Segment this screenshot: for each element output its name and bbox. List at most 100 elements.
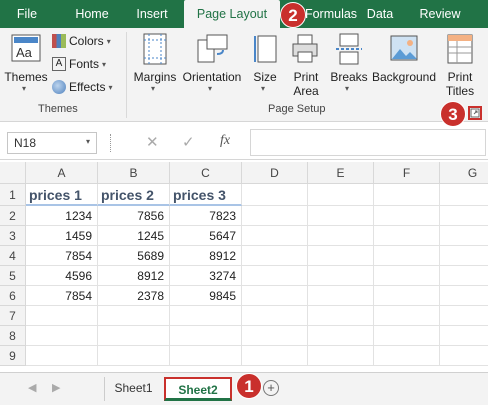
- cell-g7[interactable]: [440, 306, 488, 326]
- tab-page-layout[interactable]: Page Layout: [184, 0, 280, 28]
- cell-g6[interactable]: [440, 286, 488, 306]
- cell-d8[interactable]: [242, 326, 308, 346]
- cell-f1[interactable]: [374, 184, 440, 206]
- sheet-tab-sheet1[interactable]: Sheet1: [104, 377, 162, 401]
- size-button[interactable]: Size ▾: [248, 30, 282, 96]
- cell-g3[interactable]: [440, 226, 488, 246]
- select-all-corner[interactable]: [0, 162, 26, 184]
- column-header-b[interactable]: B: [98, 162, 170, 184]
- cell-f8[interactable]: [374, 326, 440, 346]
- column-header-a[interactable]: A: [26, 162, 98, 184]
- cell-d7[interactable]: [242, 306, 308, 326]
- cell-d1[interactable]: [242, 184, 308, 206]
- colors-button[interactable]: Colors ▾: [52, 34, 111, 48]
- cell-b4[interactable]: 5689: [98, 246, 170, 266]
- cell-d3[interactable]: [242, 226, 308, 246]
- name-box-caret-icon[interactable]: ▾: [86, 137, 90, 146]
- cell-e9[interactable]: [308, 346, 374, 366]
- cell-e6[interactable]: [308, 286, 374, 306]
- row-header-6[interactable]: 6: [0, 286, 26, 306]
- cell-g5[interactable]: [440, 266, 488, 286]
- cell-e5[interactable]: [308, 266, 374, 286]
- sheet-tab-sheet2[interactable]: Sheet2: [164, 377, 232, 401]
- column-header-f[interactable]: F: [374, 162, 440, 184]
- cell-b2[interactable]: 7856: [98, 206, 170, 226]
- cell-c5[interactable]: 3274: [170, 266, 242, 286]
- cell-a3[interactable]: 1459: [26, 226, 98, 246]
- margins-button[interactable]: Margins ▾: [130, 30, 180, 96]
- cell-a2[interactable]: 1234: [26, 206, 98, 226]
- column-header-e[interactable]: E: [308, 162, 374, 184]
- orientation-button[interactable]: Orientation ▾: [180, 30, 244, 96]
- cell-b3[interactable]: 1245: [98, 226, 170, 246]
- row-header-2[interactable]: 2: [0, 206, 26, 226]
- cell-a8[interactable]: [26, 326, 98, 346]
- cell-a4[interactable]: 7854: [26, 246, 98, 266]
- scroll-sheets-left-icon[interactable]: ◀: [28, 381, 36, 394]
- cell-e4[interactable]: [308, 246, 374, 266]
- cell-e8[interactable]: [308, 326, 374, 346]
- row-header-9[interactable]: 9: [0, 346, 26, 366]
- cell-a1[interactable]: prices 1: [26, 184, 98, 206]
- cell-c2[interactable]: 7823: [170, 206, 242, 226]
- cell-g9[interactable]: [440, 346, 488, 366]
- insert-function-icon[interactable]: fx: [220, 133, 230, 149]
- page-setup-dialog-launcher-icon[interactable]: [468, 106, 482, 120]
- cell-e1[interactable]: [308, 184, 374, 206]
- cell-b5[interactable]: 8912: [98, 266, 170, 286]
- cell-d5[interactable]: [242, 266, 308, 286]
- cell-c1[interactable]: prices 3: [170, 184, 242, 206]
- row-header-3[interactable]: 3: [0, 226, 26, 246]
- cell-b8[interactable]: [98, 326, 170, 346]
- cell-f4[interactable]: [374, 246, 440, 266]
- cell-a5[interactable]: 4596: [26, 266, 98, 286]
- cell-f6[interactable]: [374, 286, 440, 306]
- row-header-4[interactable]: 4: [0, 246, 26, 266]
- cell-f2[interactable]: [374, 206, 440, 226]
- cell-a6[interactable]: 7854: [26, 286, 98, 306]
- cell-e7[interactable]: [308, 306, 374, 326]
- cell-c9[interactable]: [170, 346, 242, 366]
- print-area-button[interactable]: Print Area: [286, 30, 326, 100]
- cancel-entry-icon[interactable]: ✕: [146, 133, 159, 151]
- cell-c8[interactable]: [170, 326, 242, 346]
- cell-b9[interactable]: [98, 346, 170, 366]
- cell-a7[interactable]: [26, 306, 98, 326]
- effects-button[interactable]: Effects ▾: [52, 80, 112, 94]
- cell-c3[interactable]: 5647: [170, 226, 242, 246]
- cell-c4[interactable]: 8912: [170, 246, 242, 266]
- cell-c7[interactable]: [170, 306, 242, 326]
- cell-d4[interactable]: [242, 246, 308, 266]
- column-header-d[interactable]: D: [242, 162, 308, 184]
- tab-file[interactable]: File: [6, 0, 48, 28]
- cell-g1[interactable]: [440, 184, 488, 206]
- cell-d9[interactable]: [242, 346, 308, 366]
- tab-review[interactable]: Review: [414, 0, 466, 28]
- tab-home[interactable]: Home: [66, 0, 118, 28]
- cell-b6[interactable]: 2378: [98, 286, 170, 306]
- cell-b1[interactable]: prices 2: [98, 184, 170, 206]
- add-sheet-icon[interactable]: +: [263, 380, 279, 396]
- cell-d2[interactable]: [242, 206, 308, 226]
- tab-data[interactable]: Data: [360, 0, 400, 28]
- cell-e3[interactable]: [308, 226, 374, 246]
- column-header-g[interactable]: G: [440, 162, 488, 184]
- confirm-entry-icon[interactable]: ✓: [182, 133, 195, 151]
- print-titles-button[interactable]: Print Titles: [440, 30, 480, 100]
- column-header-c[interactable]: C: [170, 162, 242, 184]
- cell-f5[interactable]: [374, 266, 440, 286]
- scroll-sheets-right-icon[interactable]: ▶: [52, 381, 60, 394]
- cell-d6[interactable]: [242, 286, 308, 306]
- cell-g2[interactable]: [440, 206, 488, 226]
- row-header-8[interactable]: 8: [0, 326, 26, 346]
- tab-formulas[interactable]: Formulas: [296, 0, 366, 28]
- background-button[interactable]: Background: [370, 30, 438, 96]
- cell-c6[interactable]: 9845: [170, 286, 242, 306]
- cell-a9[interactable]: [26, 346, 98, 366]
- row-header-7[interactable]: 7: [0, 306, 26, 326]
- cell-e2[interactable]: [308, 206, 374, 226]
- row-header-1[interactable]: 1: [0, 184, 26, 206]
- cell-b7[interactable]: [98, 306, 170, 326]
- tab-insert[interactable]: Insert: [126, 0, 178, 28]
- cell-g4[interactable]: [440, 246, 488, 266]
